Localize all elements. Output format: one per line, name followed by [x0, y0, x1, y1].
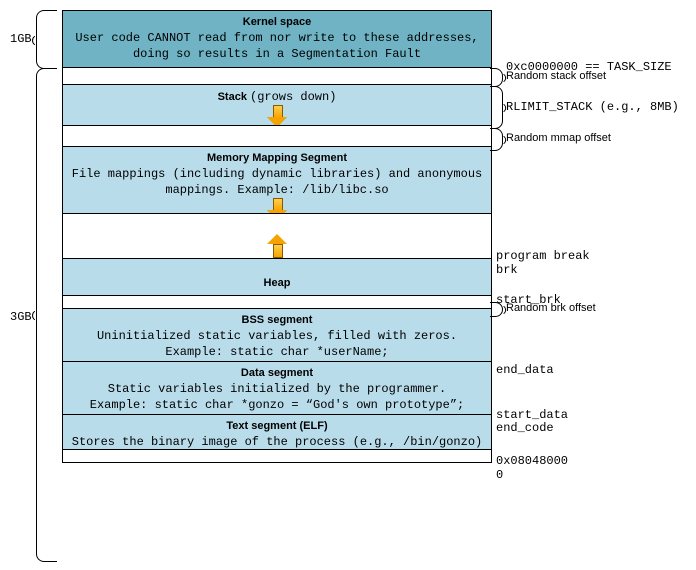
- text-title: Text segment (ELF): [71, 419, 483, 434]
- heap-title: Heap: [264, 276, 291, 291]
- data-title: Data segment: [71, 366, 483, 381]
- label-1gb: 1GB: [10, 32, 32, 46]
- left-size-column: 1GB 3GB: [10, 10, 62, 462]
- segment-kernel: Kernel space User code CANNOT read from …: [62, 10, 492, 68]
- mmap-title: Memory Mapping Segment: [71, 151, 483, 166]
- brace-1gb: [36, 10, 57, 69]
- bss-title: BSS segment: [71, 313, 483, 328]
- text-desc: Stores the binary image of the process (…: [71, 434, 483, 450]
- arrow-down-icon: [269, 105, 285, 127]
- segment-text: Text segment (ELF) Stores the binary ima…: [62, 414, 492, 450]
- gap-brk-offset: [62, 295, 492, 309]
- label-program-break: program break: [496, 249, 590, 263]
- label-zero: 0: [496, 468, 503, 482]
- gap-stack-offset: [62, 67, 492, 85]
- memory-layout-diagram: 1GB 3GB Kernel space User code CANNOT re…: [10, 10, 686, 462]
- right-annotations: 0xc0000000 == TASK_SIZE Random stack off…: [492, 10, 686, 462]
- segment-heap: Heap: [62, 258, 492, 296]
- segment-bss: BSS segment Uninitialized static variabl…: [62, 308, 492, 362]
- gap-mmap-offset: [62, 125, 492, 147]
- arrow-up-icon: [269, 234, 285, 256]
- brace-rlimit: [490, 86, 503, 129]
- label-rlimit: RLIMIT_STACK (e.g., 8MB): [506, 100, 679, 114]
- mmap-desc: File mappings (including dynamic librari…: [71, 166, 483, 198]
- label-addr-text: 0x08048000: [496, 454, 568, 468]
- segment-mmap: Memory Mapping Segment File mappings (in…: [62, 146, 492, 214]
- gap-heap-growth: [62, 213, 492, 259]
- brace-3gb: [36, 68, 57, 562]
- label-start-data: start_data: [496, 408, 568, 422]
- segment-stack: Stack (grows down): [62, 84, 492, 126]
- segment-data: Data segment Static variables initialize…: [62, 361, 492, 415]
- label-rand-stack: Random stack offset: [506, 70, 606, 82]
- label-rand-mmap: Random mmap offset: [506, 132, 611, 144]
- brace-rand-brk: [490, 302, 503, 317]
- label-rand-brk: Random brk offset: [506, 302, 596, 314]
- label-3gb: 3GB: [10, 310, 32, 324]
- gap-bottom: [62, 449, 492, 463]
- stack-note: (grows down): [250, 90, 336, 104]
- bss-desc2: Example: static char *userName;: [71, 344, 483, 360]
- data-desc2: Example: static char *gonzo = “God's own…: [71, 397, 483, 413]
- kernel-title: Kernel space: [71, 15, 483, 30]
- label-brk: brk: [496, 263, 518, 277]
- label-end-data: end_data: [496, 363, 554, 377]
- kernel-desc: User code CANNOT read from nor write to …: [71, 30, 483, 62]
- data-desc1: Static variables initialized by the prog…: [71, 381, 483, 397]
- brace-rand-mmap: [490, 128, 503, 151]
- segments-column: Kernel space User code CANNOT read from …: [62, 10, 492, 462]
- stack-title: Stack: [218, 91, 247, 103]
- label-end-code: end_code: [496, 421, 554, 435]
- bss-desc1: Uninitialized static variables, filled w…: [71, 328, 483, 344]
- brace-rand-stack: [490, 68, 503, 87]
